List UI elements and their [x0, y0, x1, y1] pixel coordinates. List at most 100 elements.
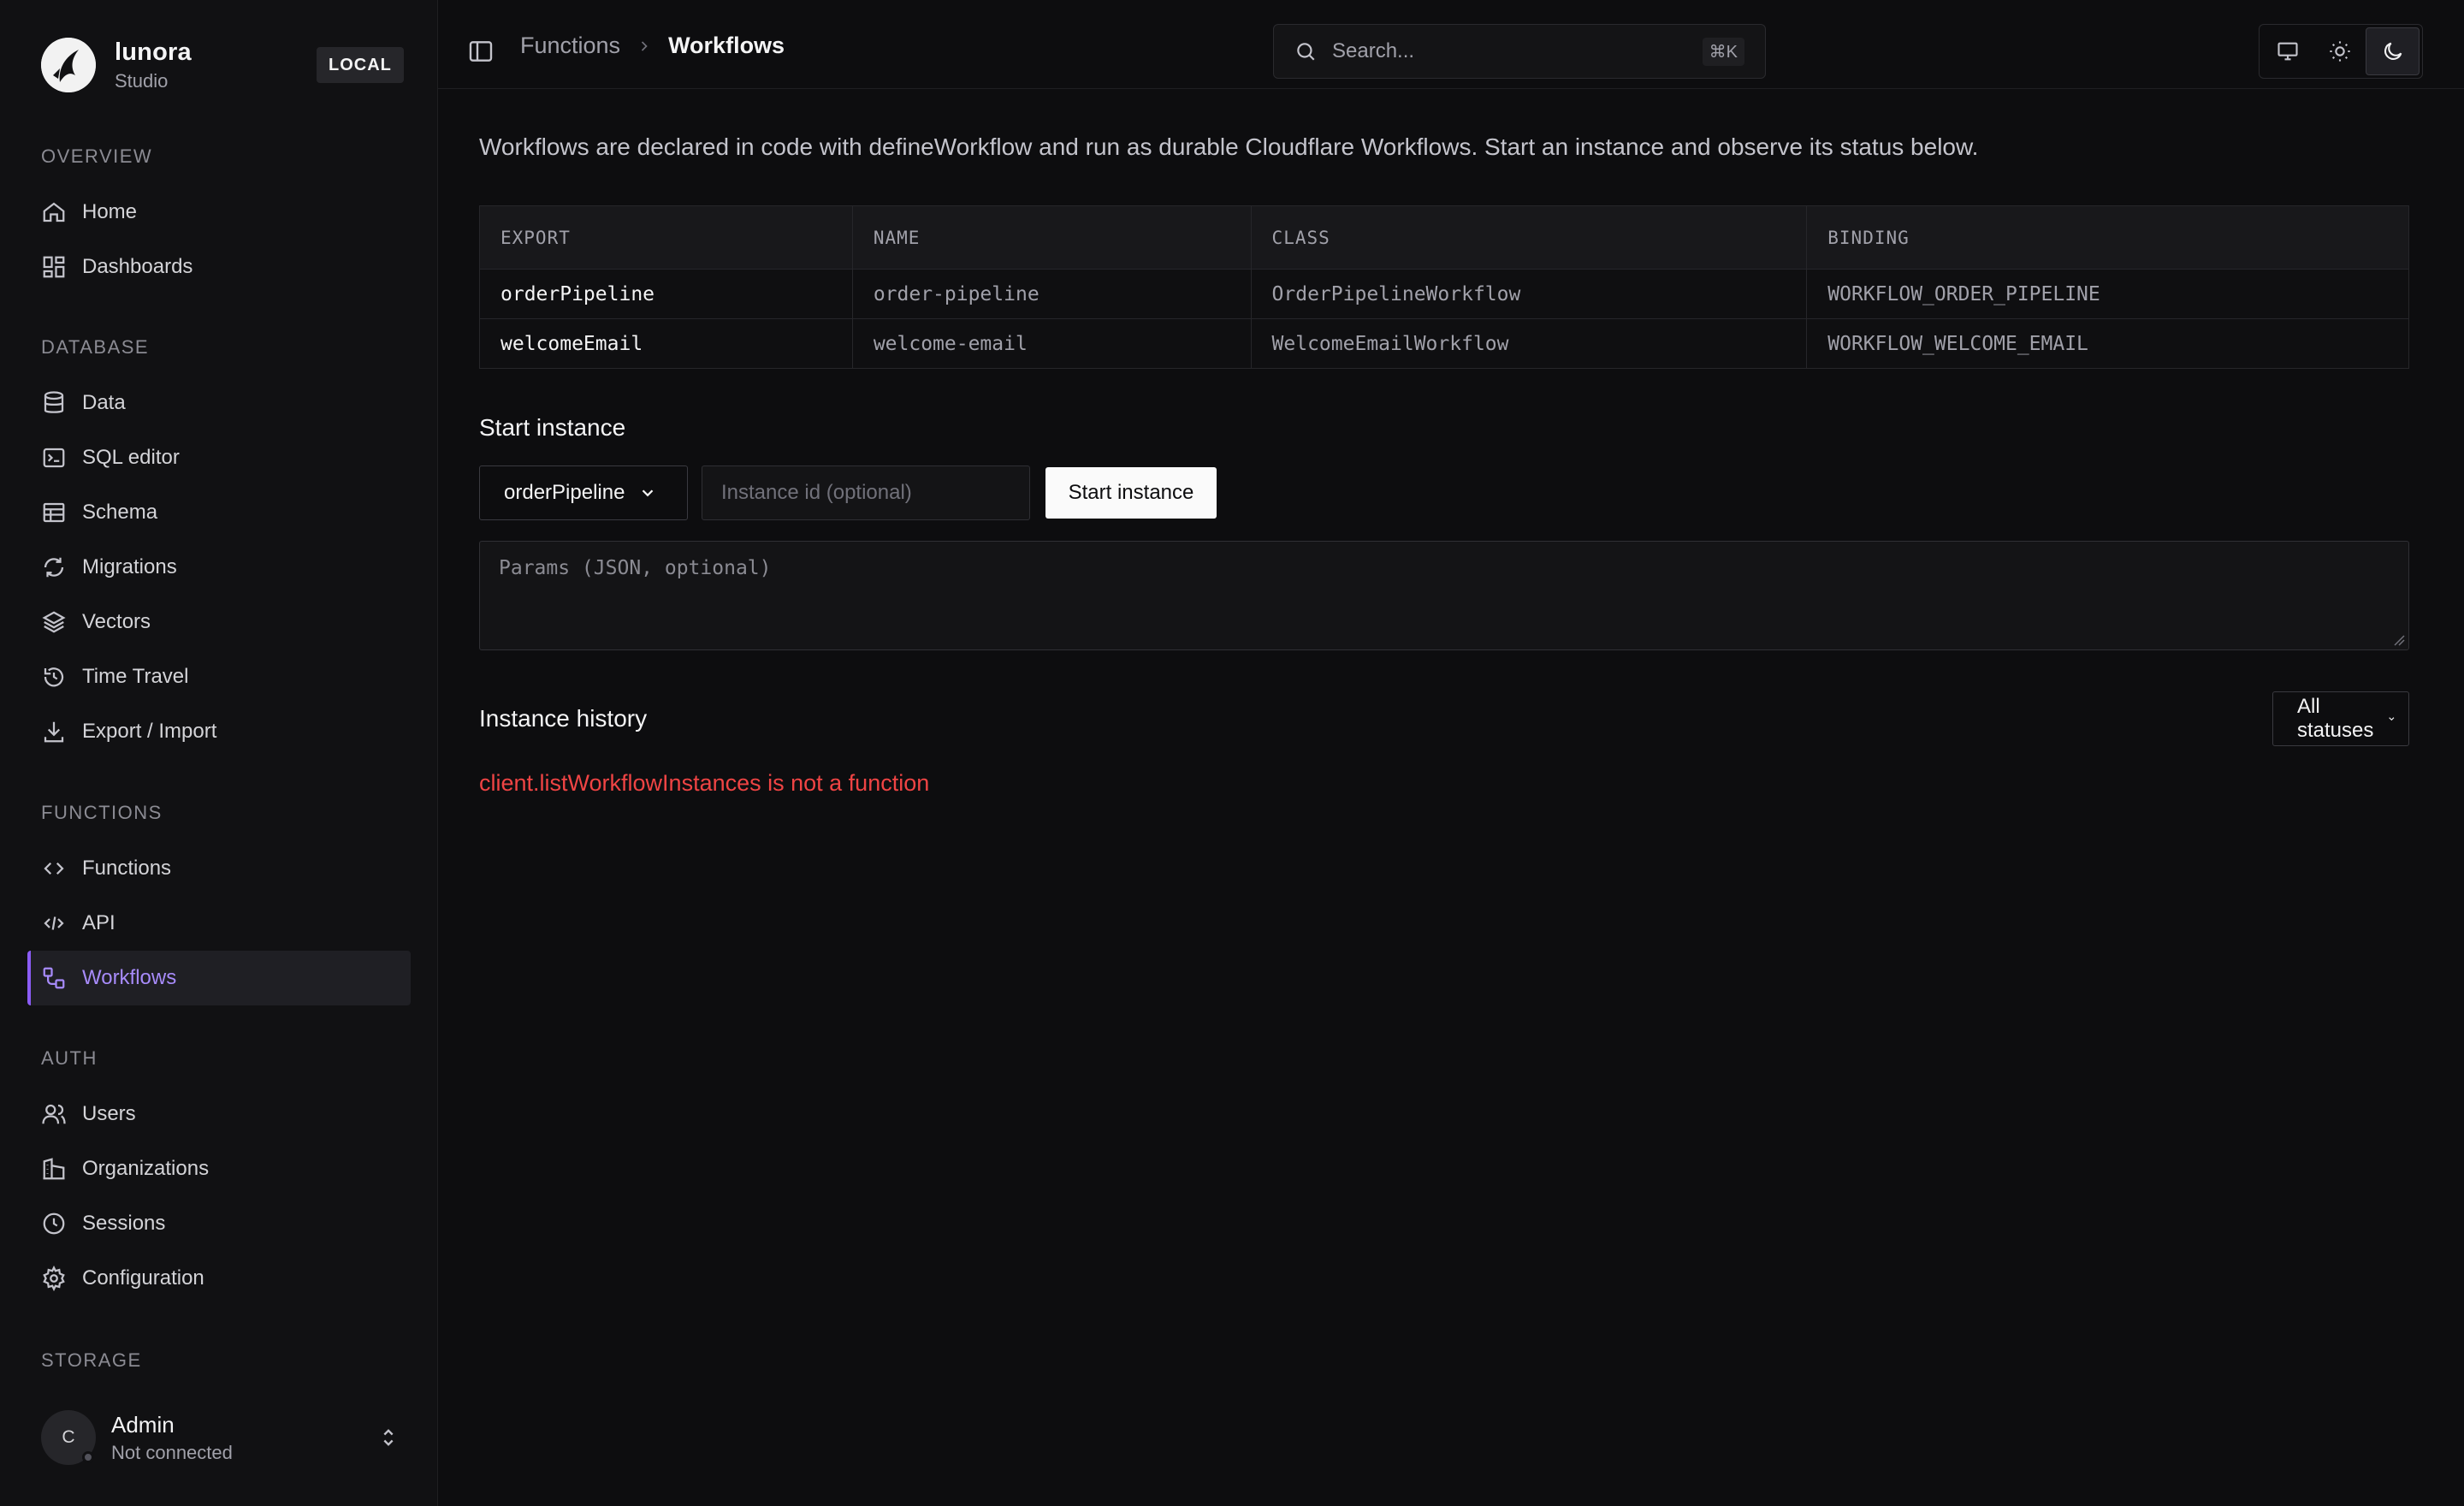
- cell-name: welcome-email: [851, 318, 1252, 369]
- start-instance-heading: Start instance: [479, 414, 626, 441]
- sidebar-item-users[interactable]: Users: [27, 1087, 411, 1141]
- error-message: client.listWorkflowInstances is not a fu…: [479, 770, 930, 796]
- column-header-name: NAME: [851, 205, 1252, 270]
- breadcrumb-functions[interactable]: Functions: [520, 33, 620, 59]
- table-icon: [43, 502, 65, 523]
- brand[interactable]: lunora Studio: [41, 34, 192, 96]
- sidebar-item-organizations[interactable]: Organizations: [27, 1141, 411, 1196]
- sidebar-item-configuration[interactable]: Configuration: [27, 1251, 411, 1306]
- sidebar-item-data[interactable]: Data: [27, 376, 411, 430]
- theme-dark-button[interactable]: [2366, 27, 2420, 75]
- search-placeholder: Search...: [1332, 39, 1415, 62]
- main-panel: Functions Workflows Search... ⌘K Workflo…: [438, 0, 2464, 1506]
- section-label-overview: OVERVIEW: [41, 145, 153, 167]
- chevron-down-icon: [2389, 717, 2395, 721]
- search-input[interactable]: Search... ⌘K: [1273, 24, 1766, 79]
- sidebar-item-label: Sessions: [82, 1212, 166, 1235]
- section-label-functions: FUNCTIONS: [41, 802, 163, 823]
- code-xml-icon: [44, 916, 64, 930]
- brand-name: lunora: [115, 38, 192, 66]
- sidebar-item-label: Schema: [82, 501, 158, 524]
- column-header-class: CLASS: [1250, 205, 1808, 270]
- theme-switcher: [2259, 24, 2423, 79]
- status-filter-select[interactable]: All statuses: [2272, 691, 2409, 746]
- sidebar-toggle-icon[interactable]: [467, 38, 495, 65]
- sidebar-item-export-import[interactable]: Export / Import: [27, 704, 411, 759]
- resize-handle-icon[interactable]: [2393, 634, 2405, 646]
- table-header-row: EXPORT NAME CLASS BINDING: [479, 205, 2409, 270]
- search-icon: [1297, 43, 1315, 61]
- code-icon: [44, 862, 64, 875]
- params-placeholder: Params (JSON, optional): [499, 557, 772, 579]
- sidebar-item-time-travel[interactable]: Time Travel: [27, 649, 411, 704]
- workflow-icon: [43, 967, 65, 989]
- instance-id-input[interactable]: Instance id (optional): [702, 465, 1030, 520]
- sidebar-item-label: Workflows: [82, 966, 177, 989]
- sidebar-item-home[interactable]: Home: [27, 185, 411, 240]
- sidebar-item-label: Functions: [82, 857, 172, 880]
- instance-id-placeholder: Instance id (optional): [721, 481, 912, 504]
- layers-icon: [42, 611, 66, 633]
- chevron-right-icon: [641, 40, 648, 51]
- history-icon: [44, 667, 64, 687]
- cell-export: welcomeEmail: [479, 318, 853, 369]
- section-label-database: DATABASE: [41, 336, 150, 358]
- sidebar-item-dashboards[interactable]: Dashboards: [27, 240, 411, 294]
- home-icon: [43, 202, 65, 222]
- sidebar-item-label: SQL editor: [82, 446, 180, 469]
- sidebar-item-schema[interactable]: Schema: [27, 485, 411, 540]
- avatar: C: [41, 1410, 96, 1465]
- start-instance-button[interactable]: Start instance: [1045, 467, 1217, 519]
- sidebar-item-api[interactable]: API: [27, 896, 411, 951]
- table-row: orderPipeline order-pipeline OrderPipeli…: [479, 269, 2409, 319]
- monitor-icon: [2277, 42, 2298, 61]
- terminal-icon: [43, 448, 65, 468]
- page-title: Workflows: [668, 33, 785, 58]
- dashboard-icon: [43, 256, 65, 278]
- database-icon: [44, 391, 64, 413]
- cell-class: OrderPipelineWorkflow: [1250, 269, 1808, 319]
- sun-icon: [2330, 41, 2350, 62]
- breadcrumb: Functions Workflows: [520, 33, 785, 59]
- topbar: Functions Workflows Search... ⌘K: [438, 0, 2464, 89]
- user-menu[interactable]: C Admin Not connected: [41, 1407, 400, 1468]
- status-filter-value: All statuses: [2297, 695, 2374, 742]
- sidebar-item-sessions[interactable]: Sessions: [27, 1196, 411, 1251]
- sidebar-item-label: API: [82, 911, 116, 934]
- user-name: Admin: [111, 1411, 175, 1438]
- moon-icon: [2384, 42, 2402, 60]
- workflow-select[interactable]: orderPipeline: [479, 465, 688, 520]
- sidebar-item-label: Organizations: [82, 1157, 210, 1180]
- sidebar-item-migrations[interactable]: Migrations: [27, 540, 411, 595]
- section-label-auth: AUTH: [41, 1047, 98, 1069]
- sidebar-item-label: Users: [82, 1102, 136, 1125]
- section-label-storage: STORAGE: [41, 1349, 142, 1371]
- users-icon: [42, 1104, 66, 1124]
- brand-subtitle: Studio: [115, 69, 169, 92]
- avatar-initial: C: [62, 1427, 75, 1447]
- sidebar-item-sql-editor[interactable]: SQL editor: [27, 430, 411, 485]
- cell-name: order-pipeline: [851, 269, 1252, 319]
- intro-text: Workflows are declared in code with defi…: [479, 133, 1979, 160]
- cell-binding: WORKFLOW_ORDER_PIPELINE: [1806, 269, 2409, 319]
- sidebar-item-label: Export / Import: [82, 720, 217, 743]
- environment-badge: LOCAL: [317, 47, 404, 83]
- sidebar-item-functions[interactable]: Functions: [27, 841, 411, 896]
- refresh-icon: [44, 557, 64, 578]
- workflows-table: EXPORT NAME CLASS BINDING orderPipeline …: [479, 205, 2409, 369]
- theme-light-button[interactable]: [2314, 27, 2366, 75]
- sidebar-item-workflows[interactable]: Workflows: [27, 951, 411, 1005]
- sidebar-item-vectors[interactable]: Vectors: [27, 595, 411, 649]
- sidebar-item-label: Migrations: [82, 555, 177, 578]
- sidebar-item-label: Dashboards: [82, 255, 193, 278]
- sidebar-item-label: Home: [82, 200, 138, 223]
- params-textarea[interactable]: Params (JSON, optional): [479, 541, 2409, 650]
- theme-system-button[interactable]: [2262, 27, 2314, 75]
- building-icon: [43, 1158, 65, 1180]
- lunora-logo-icon: [41, 38, 96, 92]
- column-header-binding: BINDING: [1806, 205, 2409, 270]
- chevron-down-icon: [643, 489, 654, 497]
- sidebar-item-label: Data: [82, 391, 126, 414]
- clock-icon: [43, 1213, 65, 1235]
- cell-export: orderPipeline: [479, 269, 853, 319]
